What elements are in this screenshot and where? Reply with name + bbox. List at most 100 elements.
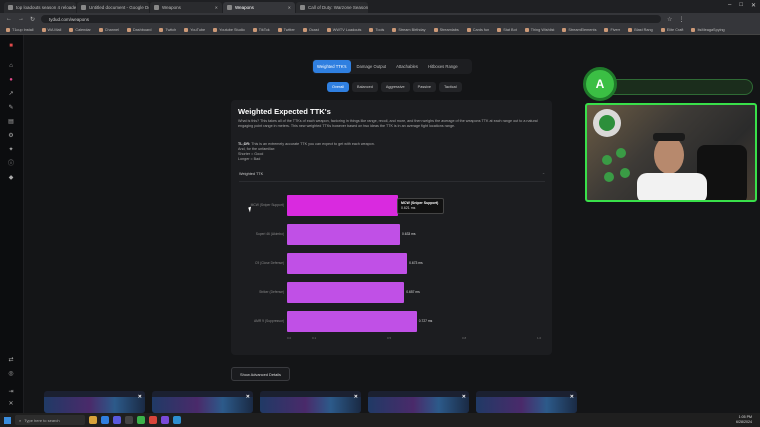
taskbar-search[interactable]: ⌕ Type here to search xyxy=(15,415,85,425)
bookmark-item[interactable]: YouTube xyxy=(184,27,205,32)
bookmark-item[interactable]: Thing Wishlist xyxy=(524,27,554,32)
chart-bar[interactable] xyxy=(287,224,400,245)
weapon-thumbnail[interactable]: ✕ xyxy=(152,391,253,413)
star-icon[interactable]: ☆ xyxy=(667,16,672,23)
stats-icon[interactable]: ▤ xyxy=(8,119,14,125)
trending-icon[interactable]: ↗ xyxy=(8,91,14,97)
browser-tab[interactable]: Weapons ✕ xyxy=(223,2,295,13)
close-icon[interactable]: ✕ xyxy=(354,394,358,400)
ttk-type-tab[interactable]: Attachables xyxy=(392,60,422,73)
close-tab-icon[interactable]: ✕ xyxy=(288,5,291,10)
x-tick-label: 1.0 xyxy=(537,336,542,340)
maximize-icon[interactable]: □ xyxy=(739,2,743,9)
weapon-thumbnail[interactable]: ✕ xyxy=(44,391,145,413)
system-clock[interactable]: 1:05 PM 6/28/2024 xyxy=(736,415,752,425)
bookmark-item[interactable]: Ocast xyxy=(302,27,319,32)
file-explorer-icon[interactable] xyxy=(89,416,97,424)
app-icon[interactable] xyxy=(161,416,169,424)
chart-bar[interactable] xyxy=(287,282,405,303)
bookmark-item[interactable]: TikTok xyxy=(252,27,270,32)
bookmark-item[interactable]: WA Mail xyxy=(41,27,62,32)
browser-tab[interactable]: Call of Duty: Warzone Season 4...✕ xyxy=(296,2,368,13)
bookmark-item[interactable]: Dashboard xyxy=(126,27,151,32)
forward-icon[interactable]: → xyxy=(18,16,24,22)
close-icon[interactable]: ✕ xyxy=(462,394,466,400)
logout-icon[interactable]: ⇥ xyxy=(8,389,14,395)
weapon-thumbnail[interactable]: ✕ xyxy=(476,391,577,413)
ttk-type-tab[interactable]: Hitboxes Range xyxy=(424,60,462,73)
settings-icon[interactable]: ⚙ xyxy=(8,133,14,139)
account-icon[interactable]: ◎ xyxy=(8,371,14,377)
bookmark-item[interactable]: Calendar xyxy=(69,27,91,32)
advanced-details-button[interactable]: Show Advanced Details xyxy=(231,367,290,381)
bookmark-label: WWTV Loadouts xyxy=(332,27,362,32)
meta-icon[interactable]: ✦ xyxy=(8,147,14,153)
close-tab-icon[interactable]: ✕ xyxy=(215,5,218,10)
tooltip-value: 0.621 ms xyxy=(401,206,416,210)
share-icon[interactable]: ⇄ xyxy=(8,357,14,363)
home-icon[interactable]: ⌂ xyxy=(8,63,14,69)
ttk-type-tab[interactable]: Damage Output xyxy=(353,60,391,73)
browser-tab[interactable]: Weapons ✕ xyxy=(150,2,222,13)
app-icon[interactable] xyxy=(113,416,121,424)
ttk-type-tab[interactable]: Weighted TTK's xyxy=(313,60,351,73)
app-icon[interactable] xyxy=(149,416,157,424)
info-icon[interactable]: ⓘ xyxy=(8,161,14,167)
browser-tab[interactable]: Untitled document - Google Do...✕ xyxy=(77,2,149,13)
bookmark-item[interactable]: Blast Rang xyxy=(628,27,653,32)
browser-icon[interactable] xyxy=(101,416,109,424)
chart-bar[interactable] xyxy=(287,253,408,274)
bookmark-item[interactable]: Stat Bot xyxy=(497,27,517,32)
bookmark-item[interactable]: Fiverr xyxy=(604,27,620,32)
url-field[interactable]: tydud.com/weapons xyxy=(41,15,662,23)
windows-start-icon[interactable] xyxy=(4,416,11,424)
browser-tab[interactable]: top loadouts season 4 reloaded...✕ xyxy=(4,2,76,13)
app-icon[interactable] xyxy=(173,416,181,424)
close-icon[interactable]: ✕ xyxy=(246,394,250,400)
x-discord-icon[interactable]: ✕ xyxy=(8,401,14,407)
search-icon: ⌕ xyxy=(19,417,22,423)
close-icon[interactable]: ✕ xyxy=(138,394,142,400)
site-logo-icon[interactable]: ■ xyxy=(8,43,14,49)
bookmark-item[interactable]: Tools xyxy=(369,27,384,32)
mode-tab[interactable]: Passive xyxy=(412,82,436,92)
bookmark-icon xyxy=(277,27,282,32)
mode-tab[interactable]: Tactical xyxy=(438,82,462,92)
bookmark-item[interactable]: Twitch xyxy=(159,27,176,32)
bookmark-item[interactable]: Elite Craft xyxy=(660,27,683,32)
bookmark-item[interactable]: StreamElements xyxy=(562,27,596,32)
mode-tab[interactable]: Balanced xyxy=(352,82,378,92)
chart-bar[interactable] xyxy=(287,311,417,332)
bookmark-item[interactable]: Cards fun xyxy=(466,27,489,32)
mode-tab[interactable]: Aggressive xyxy=(380,82,410,92)
extensions-icon[interactable]: ⋮ xyxy=(678,16,684,23)
classes-icon[interactable]: ✎ xyxy=(8,105,14,111)
spotify-icon[interactable] xyxy=(137,416,145,424)
address-bar: ← → ↻ tydud.com/weapons ☆ ⋮ xyxy=(0,13,760,25)
bookmark-item[interactable]: Stream Birthday xyxy=(392,27,426,32)
shield-icon[interactable]: ◆ xyxy=(8,175,14,181)
webcam-scene xyxy=(593,109,747,200)
app-icon[interactable] xyxy=(125,416,133,424)
favicon-icon xyxy=(300,5,305,10)
reload-icon[interactable]: ↻ xyxy=(30,16,35,23)
bookmark-item[interactable]: WWTV Loadouts xyxy=(326,27,362,32)
minimize-icon[interactable]: – xyxy=(728,2,731,9)
mode-tab[interactable]: Overall xyxy=(327,82,350,92)
weapons-icon[interactable]: ● xyxy=(8,77,14,83)
bookmark-item[interactable]: Streamlabs xyxy=(433,27,459,32)
bookmark-item[interactable]: Channel xyxy=(98,27,119,32)
bookmark-item[interactable]: Youtube Studio xyxy=(213,27,245,32)
bookmark-item[interactable]: ItsMeagaSpying xyxy=(691,27,725,32)
close-icon[interactable]: ✕ xyxy=(751,2,756,9)
bookmark-item[interactable]: T1cup Install xyxy=(6,27,34,32)
close-icon[interactable]: ✕ xyxy=(570,394,574,400)
back-icon[interactable]: ← xyxy=(6,16,12,22)
bookmark-item[interactable]: Twitter xyxy=(277,27,295,32)
weapon-thumbnail[interactable]: ✕ xyxy=(260,391,361,413)
weapon-art xyxy=(152,397,253,413)
chart-bar[interactable] xyxy=(287,195,398,216)
bookmark-icon xyxy=(660,27,665,32)
bookmark-label: WA Mail xyxy=(47,27,62,32)
weapon-thumbnail[interactable]: ✕ xyxy=(368,391,469,413)
